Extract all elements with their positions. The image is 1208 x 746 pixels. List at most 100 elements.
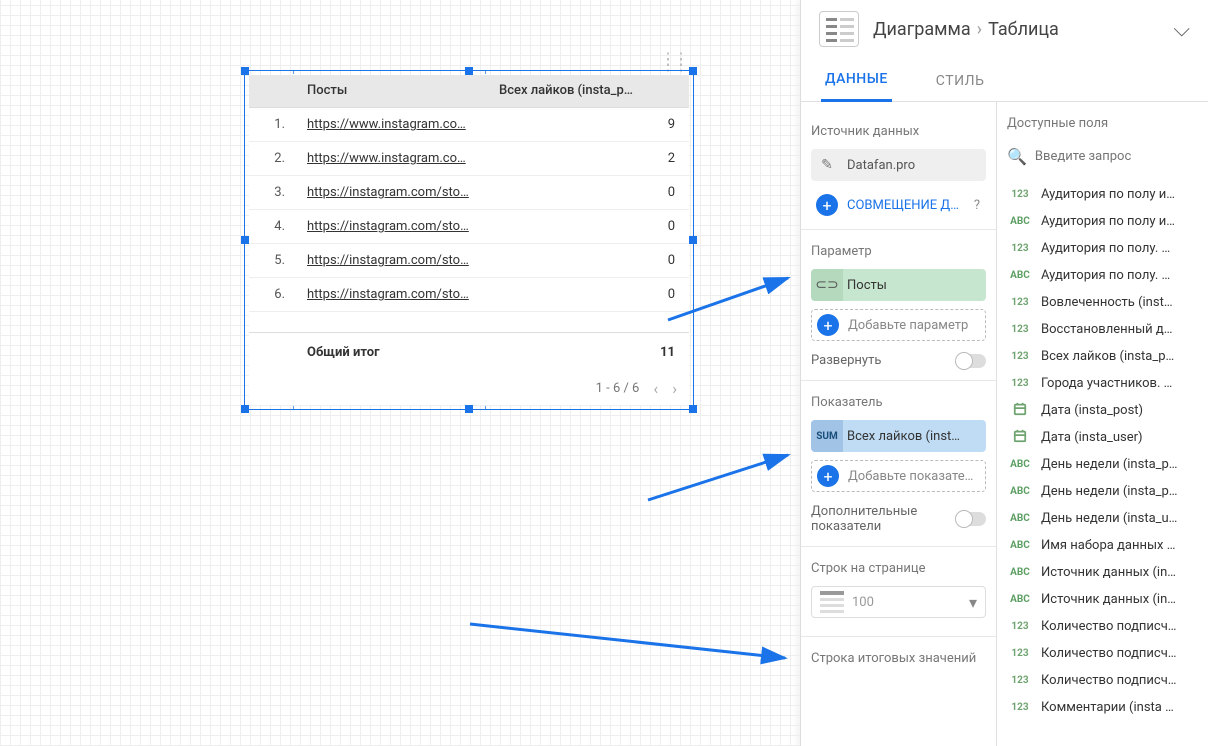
field-name: Вовлеченность (inst… (1041, 295, 1200, 310)
add-metric-button[interactable]: +Добавьте показатель (811, 460, 986, 492)
field-item[interactable]: 123Количество подписч… (1007, 640, 1208, 667)
rows-per-page-heading: Строк на странице (811, 561, 986, 576)
resize-handle[interactable] (465, 405, 473, 413)
report-canvas[interactable]: ⋮⋮⋮⋮ Посты Всех лайков (insta_p… 1.https… (0, 0, 800, 746)
table-row[interactable]: 1.https://www.instagram.co…9 (249, 108, 689, 142)
field-item[interactable]: 123Вовлеченность (inst… (1007, 289, 1208, 316)
row-url[interactable]: https://www.instagram.co… (297, 151, 489, 166)
field-name: День недели (insta_p… (1041, 484, 1200, 499)
field-name: Количество подписч… (1041, 673, 1200, 688)
optional-metrics-row: Дополнительные показатели (811, 504, 986, 534)
expand-toggle[interactable] (956, 354, 986, 368)
row-url[interactable]: https://instagram.com/sto… (297, 253, 489, 268)
row-url[interactable]: https://www.instagram.co… (297, 117, 489, 132)
field-item[interactable]: 123Комментарии (insta … (1007, 694, 1208, 721)
field-item[interactable]: 123Всех лайков (insta_p… (1007, 343, 1208, 370)
field-item[interactable]: 123Аудитория по полу и… (1007, 181, 1208, 208)
fields-search-input[interactable] (1035, 149, 1201, 164)
expand-label: Развернуть (811, 353, 881, 368)
table-widget[interactable]: Посты Всех лайков (insta_p… 1.https://ww… (249, 75, 689, 405)
table-row[interactable]: 2.https://www.instagram.co…2 (249, 142, 689, 176)
row-index: 2. (249, 151, 297, 166)
col-posts[interactable]: Посты (297, 75, 489, 107)
table-row[interactable]: 5.https://instagram.com/sto…0 (249, 244, 689, 278)
resize-handle[interactable] (689, 236, 697, 244)
pager-range: 1 - 6 / 6 (596, 381, 640, 396)
field-item[interactable]: ABCДень недели (insta_p… (1007, 451, 1208, 478)
panel-header: Диаграмма›Таблица ⌵ (801, 0, 1208, 58)
panel-tabs: ДАННЫЕ СТИЛЬ (801, 58, 1208, 102)
rows-icon (816, 588, 848, 616)
field-name: Количество подписч… (1041, 619, 1200, 634)
resize-handle[interactable] (465, 67, 473, 75)
table-type-icon[interactable] (819, 11, 859, 47)
help-icon[interactable]: ? (974, 198, 986, 213)
table-row[interactable]: 4.https://instagram.com/sto…0 (249, 210, 689, 244)
optional-metrics-label: Дополнительные показатели (811, 504, 931, 534)
available-fields-column: Доступные поля 🔍 123Аудитория по полу и…… (997, 102, 1208, 746)
resize-handle[interactable] (689, 405, 697, 413)
optional-metrics-toggle[interactable] (956, 512, 986, 526)
dropdown-icon: ▾ (961, 593, 985, 612)
properties-column: Источник данных ✎Datafan.pro +СОВМЕЩЕНИЕ… (801, 102, 997, 746)
field-name: День недели (insta_u… (1041, 511, 1200, 526)
tab-data[interactable]: ДАННЫЕ (821, 59, 892, 102)
data-source-chip[interactable]: ✎Datafan.pro (811, 149, 986, 181)
pager-prev-icon[interactable]: ‹ (653, 379, 658, 398)
field-name: Комментарии (insta … (1041, 700, 1200, 715)
field-item[interactable]: 123Количество подписч… (1007, 613, 1208, 640)
field-item[interactable]: 123Количество подписч… (1007, 667, 1208, 694)
field-name: Восстановленный д… (1041, 322, 1200, 337)
table-row[interactable]: 6.https://instagram.com/sto…0 (249, 278, 689, 312)
row-value: 2 (489, 151, 689, 166)
plus-icon: + (817, 465, 839, 487)
blend-data-button[interactable]: +СОВМЕЩЕНИЕ ДАНН? (811, 189, 986, 221)
field-item[interactable]: Дата (insta_post) (1007, 397, 1208, 424)
rows-value: 100 (852, 595, 961, 610)
field-item[interactable]: ABCДень недели (insta_p… (1007, 478, 1208, 505)
field-name: Города участников. … (1041, 376, 1200, 391)
field-item[interactable]: 123Восстановленный д… (1007, 316, 1208, 343)
field-item[interactable]: 123Аудитория по полу. … (1007, 235, 1208, 262)
field-name: Имя набора данных … (1041, 538, 1200, 553)
row-index: 1. (249, 117, 297, 132)
field-item[interactable]: ABCДень недели (insta_u… (1007, 505, 1208, 532)
field-item[interactable]: ABCИсточник данных (in… (1007, 559, 1208, 586)
tab-style[interactable]: СТИЛЬ (932, 61, 989, 101)
dimension-chip[interactable]: ⊂⊃Посты (811, 269, 986, 301)
col-likes[interactable]: Всех лайков (insta_p… (489, 75, 689, 107)
row-url[interactable]: https://instagram.com/sto… (297, 185, 489, 200)
data-source-heading: Источник данных (811, 124, 986, 139)
metric-chip[interactable]: SUMВсех лайков (inst… (811, 420, 986, 452)
plus-icon: + (816, 194, 838, 216)
breadcrumb-table[interactable]: Таблица (988, 19, 1059, 40)
field-item[interactable]: ABCАудитория по полу. … (1007, 262, 1208, 289)
field-item[interactable]: ABCИсточник данных (in… (1007, 586, 1208, 613)
field-item[interactable]: ABCИмя набора данных … (1007, 532, 1208, 559)
table-selection-box[interactable]: Посты Всех лайков (insta_p… 1.https://ww… (244, 70, 694, 410)
field-item[interactable]: Дата (insta_user) (1007, 424, 1208, 451)
rows-per-page-select[interactable]: 100▾ (811, 586, 986, 618)
table-row[interactable]: 3.https://instagram.com/sto…0 (249, 176, 689, 210)
chevron-down-icon[interactable]: ⌵ (1173, 17, 1190, 42)
field-item[interactable]: 123Города участников. … (1007, 370, 1208, 397)
resize-handle[interactable] (241, 67, 249, 75)
resize-handle[interactable] (241, 236, 249, 244)
field-name: Дата (insta_user) (1041, 430, 1200, 445)
row-url[interactable]: https://instagram.com/sto… (297, 219, 489, 234)
field-name: Всех лайков (insta_p… (1041, 349, 1200, 364)
field-item[interactable]: ABCАудитория по полу и… (1007, 208, 1208, 235)
breadcrumb-chart[interactable]: Диаграмма (873, 19, 971, 40)
add-dimension-button[interactable]: +Добавьте параметр (811, 309, 986, 341)
breadcrumb: Диаграмма›Таблица (873, 19, 1059, 40)
resize-handle[interactable] (689, 67, 697, 75)
row-index: 4. (249, 219, 297, 234)
resize-handle[interactable] (241, 405, 249, 413)
dimension-heading: Параметр (811, 244, 986, 259)
totals-row-heading: Строка итоговых значений (811, 651, 986, 666)
drag-handle-icon[interactable]: ⋮⋮⋮⋮ (660, 56, 686, 68)
row-url[interactable]: https://instagram.com/sto… (297, 287, 489, 302)
row-value: 0 (489, 287, 689, 302)
row-value: 0 (489, 253, 689, 268)
pager-next-icon[interactable]: › (672, 379, 677, 398)
